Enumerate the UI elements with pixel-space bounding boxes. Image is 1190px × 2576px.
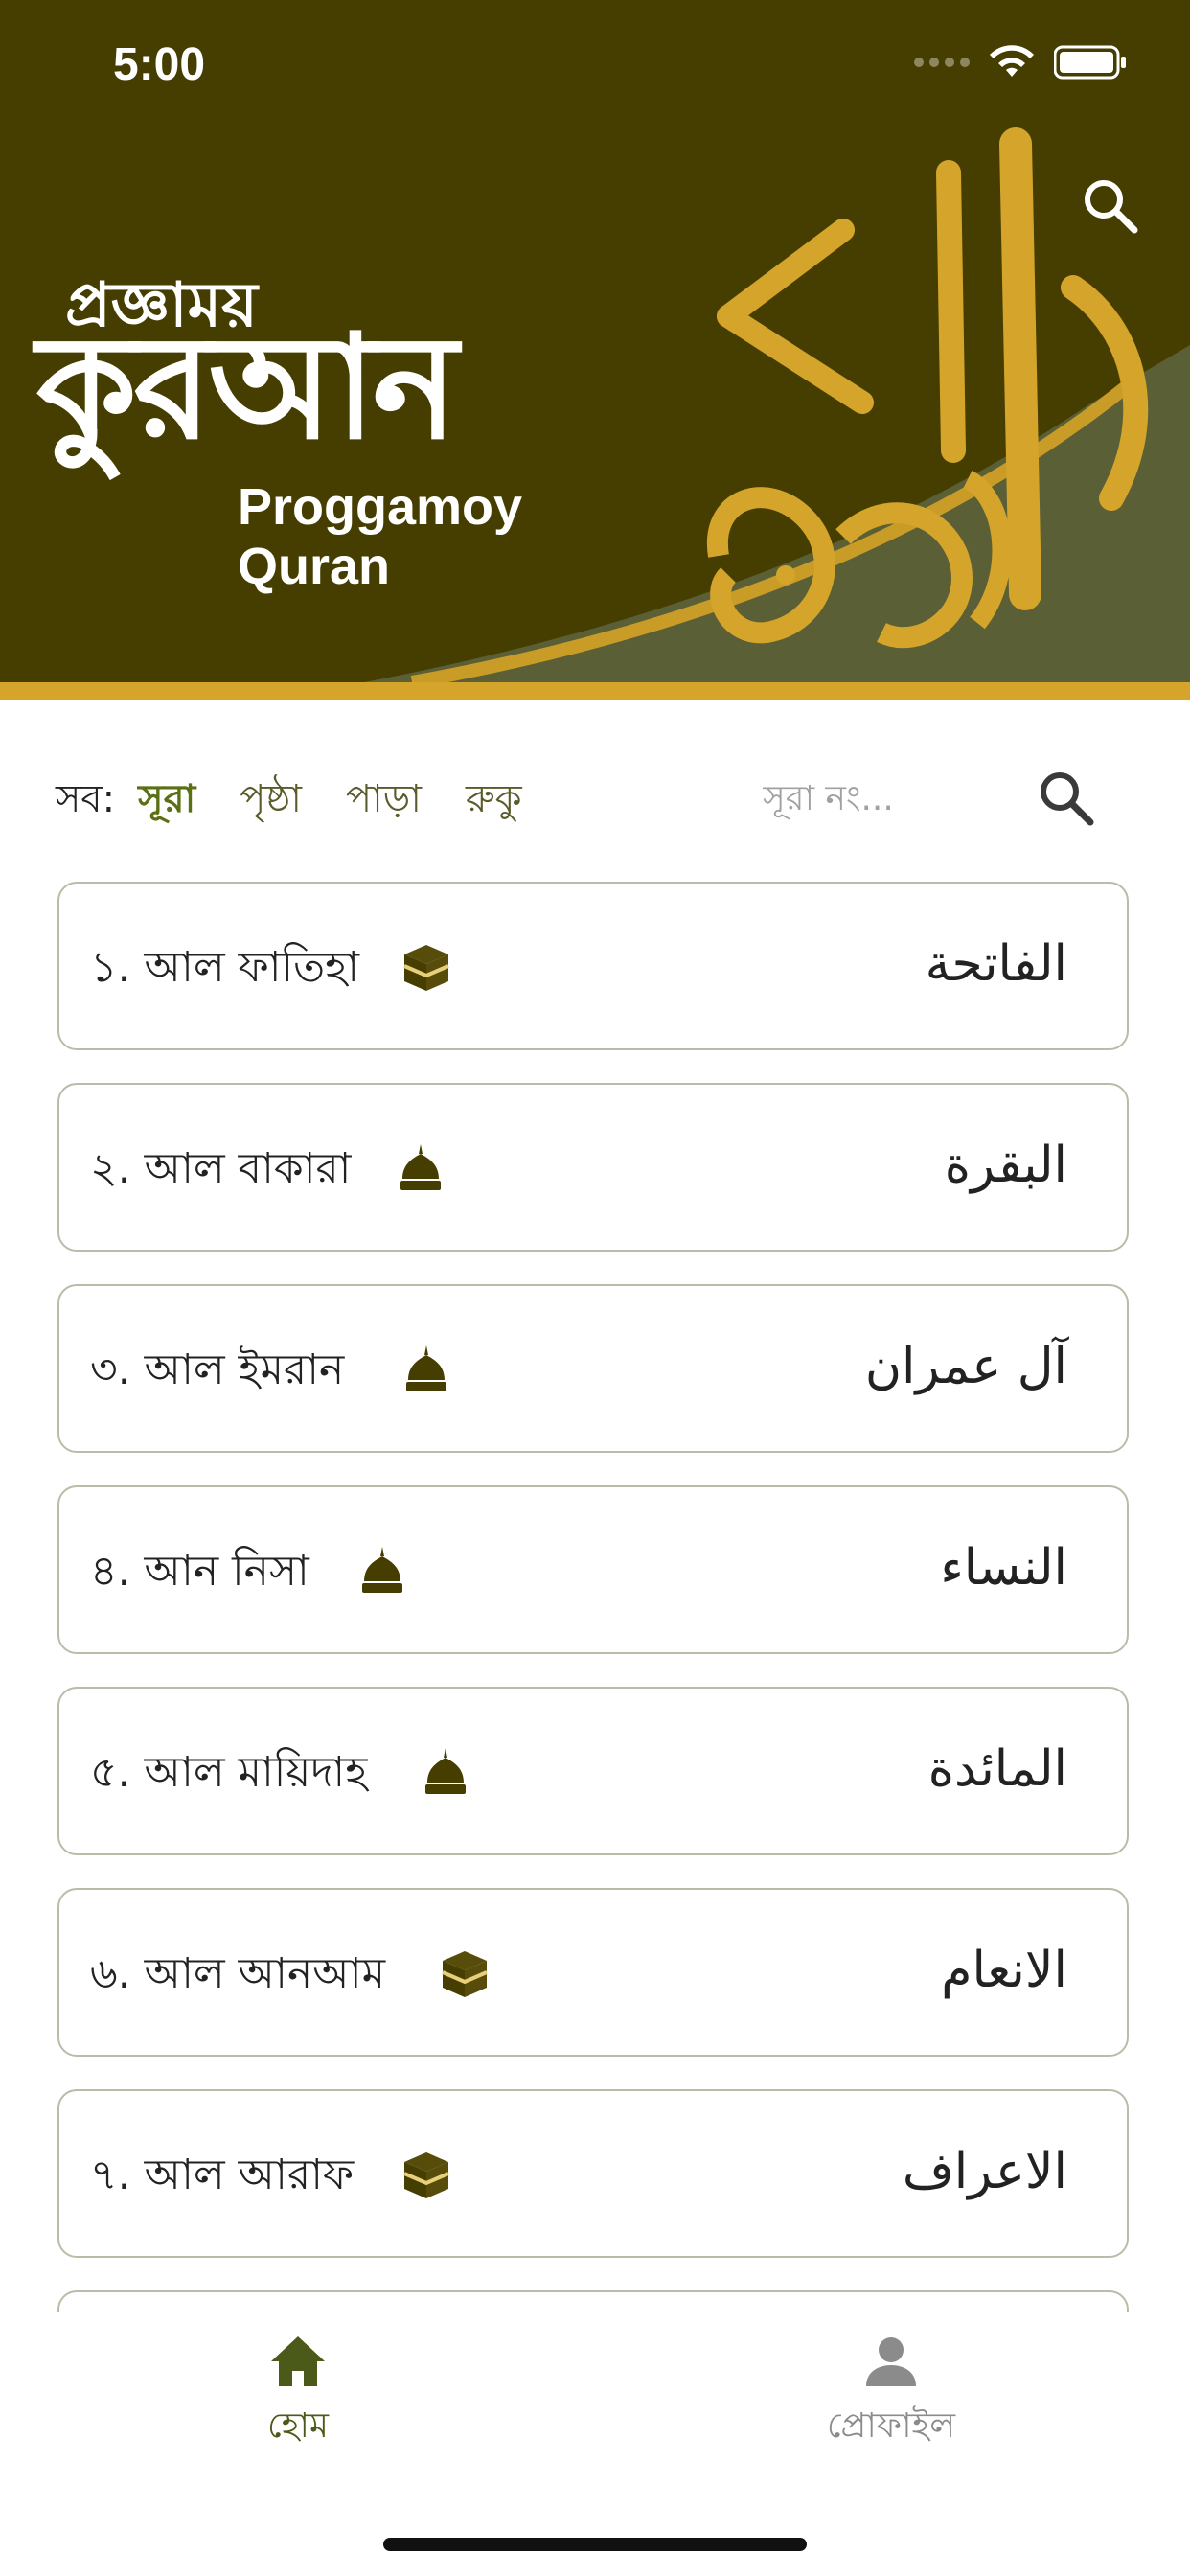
tab-surah[interactable]: সূরা [138, 769, 195, 833]
list-item[interactable]: ৫. আল মায়িদাহ المائدة [57, 1687, 1129, 1855]
list-item[interactable]: ৪. আন নিসা النساء [57, 1485, 1129, 1654]
nav-profile-label: প্রোফাইল [826, 2406, 956, 2446]
home-indicator [383, 2538, 807, 2551]
surah-arabic: المائدة [927, 1740, 1067, 1798]
surah-arabic: الانعام [941, 1942, 1067, 1999]
surah-title: ২. আল বাকারা [90, 1144, 352, 1193]
filter-row: সব: সূরা পৃষ্ঠা পাড়া রুকু [56, 757, 1134, 843]
nav-home[interactable]: হোম [240, 2333, 356, 2476]
list-item[interactable]: ৬. আল আনআম الانعام [57, 1888, 1129, 2057]
logo-title: কুরআন [36, 305, 458, 472]
surah-arabic: الفاتحة [925, 935, 1067, 993]
nav-profile[interactable]: প্রোফাইল [824, 2333, 958, 2476]
surah-title: ৫. আল মায়িদাহ [90, 1748, 368, 1797]
list-item-partial[interactable] [57, 2290, 1129, 2312]
surah-title: ৭. আল আরাফ [90, 2150, 355, 2199]
list-item[interactable]: ৩. আল ইমরান آل عمران [57, 1284, 1129, 1453]
profile-icon [866, 2337, 916, 2386]
list-item[interactable]: ৭. আল আরাফ الاعراف [57, 2089, 1129, 2258]
surah-title: ৪. আন নিসা [90, 1547, 309, 1596]
tab-ruku[interactable]: রুকু [466, 769, 522, 833]
mosque-icon [400, 1144, 441, 1190]
bottom-nav: হোম প্রোফাইল [0, 2312, 1190, 2576]
surah-number-input[interactable] [761, 769, 1052, 828]
mosque-icon [425, 1748, 466, 1794]
filter-label: সব: [56, 776, 116, 821]
surah-title: ৩. আল ইমরান [90, 1346, 345, 1394]
surah-title: ১. আল ফাতিহা [90, 943, 360, 992]
surah-arabic: آل عمران [864, 1338, 1067, 1395]
surah-arabic: الاعراف [902, 2143, 1067, 2200]
tab-para[interactable]: পাড়া [346, 769, 422, 833]
surah-list[interactable]: ১. আল ফাতিহা الفاتحة ২. আল বাকারা البقرة… [57, 882, 1133, 2312]
tab-page[interactable]: পৃষ্ঠা [240, 769, 302, 833]
logo-english: Proggamoy Quran [238, 478, 523, 595]
mosque-icon [406, 1346, 446, 1392]
list-item[interactable]: ২. আল বাকারা البقرة [57, 1083, 1129, 1252]
search-icon[interactable] [1033, 765, 1098, 830]
home-icon [271, 2336, 325, 2386]
app-logo: প্রজ্ঞাময় কুরআন Proggamoy Quran [36, 259, 669, 595]
mosque-icon [362, 1547, 402, 1593]
app-header: 5:00 প্রজ্ঞাময় কুরআন Proggamoy Quran [0, 0, 1190, 700]
kaaba-icon [403, 945, 449, 991]
kaaba-icon [403, 2152, 449, 2198]
surah-title: ৬. আল আনআম [90, 1949, 386, 1998]
surah-arabic: البقرة [944, 1137, 1067, 1194]
list-item[interactable]: ১. আল ফাতিহা الفاتحة [57, 882, 1129, 1050]
nav-home-label: হোম [267, 2406, 329, 2446]
header-gold-band [0, 682, 1190, 700]
surah-arabic: النساء [940, 1539, 1067, 1597]
kaaba-icon [442, 1951, 488, 1997]
